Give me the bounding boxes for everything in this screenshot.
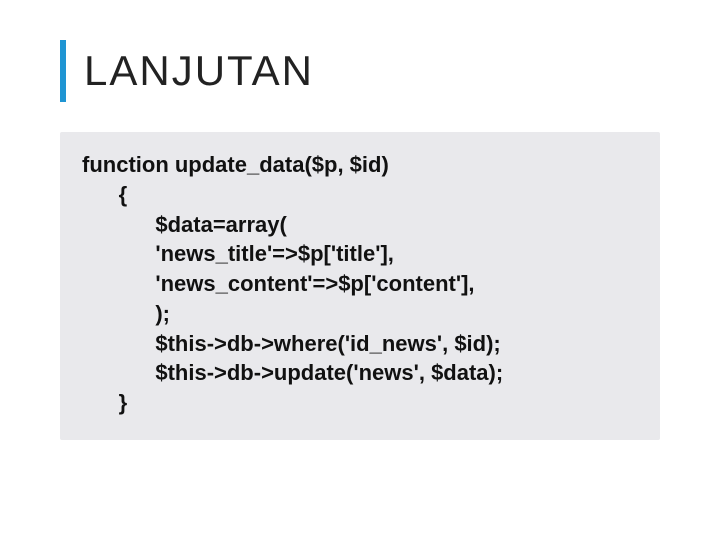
code-line: ); [82, 299, 638, 329]
code-block: function update_data($p, $id) { $data=ar… [60, 132, 660, 439]
code-line: } [82, 388, 638, 418]
code-line: function update_data($p, $id) [82, 150, 638, 180]
code-line: $this->db->where('id_news', $id); [82, 329, 638, 359]
slide-title: LANJUTAN [84, 40, 314, 102]
slide-title-wrap: LANJUTAN [60, 40, 670, 102]
title-accent-bar [60, 40, 66, 102]
code-line: 'news_title'=>$p['title'], [82, 239, 638, 269]
code-line: { [82, 180, 638, 210]
slide: LANJUTAN function update_data($p, $id) {… [0, 0, 720, 540]
code-line: $data=array( [82, 210, 638, 240]
code-line: 'news_content'=>$p['content'], [82, 269, 638, 299]
code-line: $this->db->update('news', $data); [82, 358, 638, 388]
